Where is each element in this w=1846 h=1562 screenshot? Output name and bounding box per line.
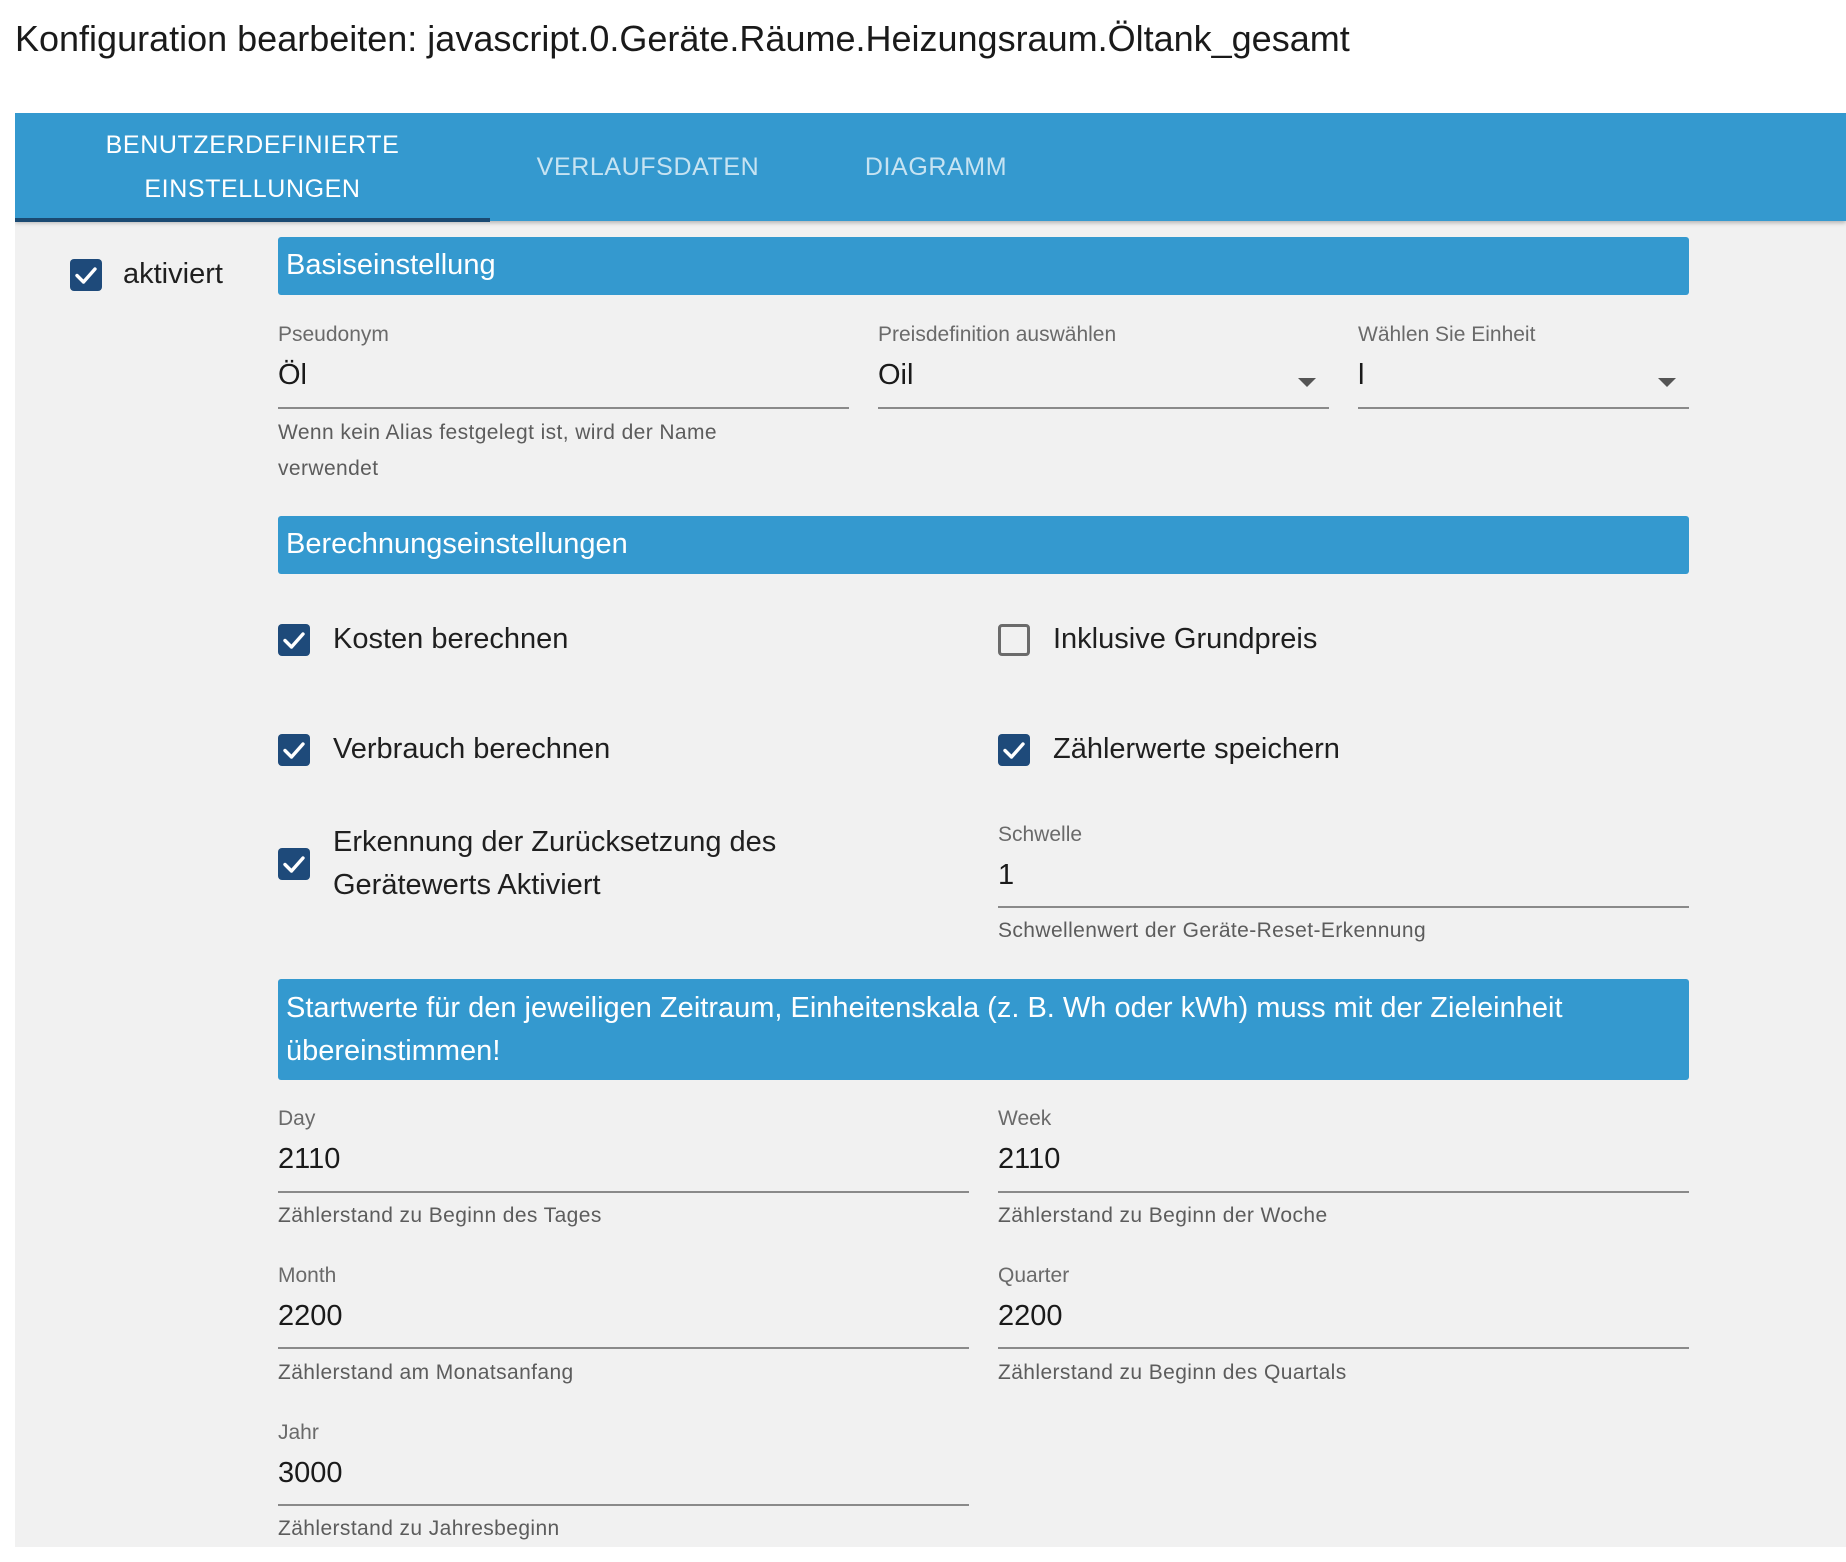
include-base-price-checkbox[interactable]	[998, 624, 1030, 656]
week-field-value[interactable]: 2110	[998, 1143, 1060, 1176]
threshold-helper-text: Schwellenwert der Geräte-Reset-Erkennung	[998, 919, 1427, 942]
unit-select-label: Wählen Sie Einheit	[1358, 323, 1536, 346]
enabled-label: aktiviert	[123, 258, 223, 290]
day-helper-text: Zählerstand zu Beginn des Tages	[278, 1204, 602, 1227]
week-field-label: Week	[998, 1107, 1052, 1130]
checkmark-icon	[1003, 742, 1025, 759]
tab-custom-settings[interactable]: BENUTZERDEFINIERTE EINSTELLUNGEN	[15, 113, 490, 221]
quarter-helper-text: Zählerstand zu Beginn des Quartals	[998, 1361, 1347, 1384]
week-helper-text: Zählerstand zu Beginn der Woche	[998, 1204, 1328, 1227]
day-field-label: Day	[278, 1107, 316, 1130]
tab-active-indicator	[15, 218, 490, 222]
checkmark-icon	[75, 267, 97, 284]
tab-history-data[interactable]: VERLAUFSDATEN	[490, 113, 806, 221]
tab-diagram-label: DIAGRAMM	[864, 153, 1008, 181]
price-definition-select[interactable]: Oil	[878, 359, 913, 392]
tab-bar: BENUTZERDEFINIERTE EINSTELLUNGEN VERLAUF…	[15, 113, 1846, 222]
reset-detection-checkbox[interactable]	[278, 848, 310, 880]
quarter-field-value[interactable]: 2200	[998, 1300, 1063, 1333]
alias-field-underline	[278, 407, 849, 409]
alias-field-value[interactable]: Öl	[278, 359, 307, 392]
year-field-label: Jahr	[278, 1421, 319, 1444]
quarter-field-label: Quarter	[998, 1264, 1070, 1287]
threshold-field-value[interactable]: 1	[998, 859, 1014, 892]
checkmark-icon	[283, 856, 305, 873]
month-field-underline	[278, 1347, 969, 1349]
year-field-value[interactable]: 3000	[278, 1457, 343, 1490]
section-header-start-values: Startwerte für den jeweiligen Zeitraum, …	[278, 979, 1689, 1080]
store-meter-values-checkbox[interactable]	[998, 734, 1030, 766]
day-field-value[interactable]: 2110	[278, 1143, 340, 1176]
unit-select-underline	[1358, 407, 1689, 409]
page-title: Konfiguration bearbeiten: javascript.0.G…	[15, 18, 1350, 59]
alias-helper-text: Wenn kein Alias festgelegt ist, wird der…	[278, 421, 717, 480]
tab-custom-settings-line2: EINSTELLUNGEN	[144, 175, 361, 203]
week-field-underline	[998, 1191, 1689, 1193]
tab-diagram[interactable]: DIAGRAMM	[806, 113, 1066, 221]
section-header-calculation: Berechnungseinstellungen	[278, 516, 1689, 574]
unit-select[interactable]: l	[1358, 359, 1364, 392]
alias-field-label: Pseudonym	[278, 323, 389, 346]
month-helper-text: Zählerstand am Monatsanfang	[278, 1361, 574, 1384]
include-base-price-label: Inklusive Grundpreis	[1053, 623, 1318, 655]
price-definition-label: Preisdefinition auswählen	[878, 323, 1117, 346]
tab-history-data-label: VERLAUFSDATEN	[536, 153, 760, 181]
threshold-field-underline	[998, 906, 1689, 908]
month-field-label: Month	[278, 1264, 337, 1287]
enabled-checkbox[interactable]	[70, 259, 102, 291]
calculate-consumption-label: Verbrauch berechnen	[333, 733, 611, 765]
section-header-basic: Basiseinstellung	[278, 237, 1689, 295]
checkmark-icon	[283, 632, 305, 649]
day-field-underline	[278, 1191, 969, 1193]
price-definition-underline	[878, 407, 1329, 409]
store-meter-values-label: Zählerwerte speichern	[1053, 733, 1340, 765]
chevron-down-icon[interactable]	[1658, 378, 1676, 387]
threshold-field-label: Schwelle	[998, 823, 1083, 846]
chevron-down-icon[interactable]	[1298, 378, 1316, 387]
config-panel: BENUTZERDEFINIERTE EINSTELLUNGEN VERLAUF…	[15, 113, 1846, 1547]
calculate-costs-checkbox[interactable]	[278, 624, 310, 656]
reset-detection-label: Erkennung der Zurücksetzung des Gerätewe…	[333, 826, 777, 901]
year-helper-text: Zählerstand zu Jahresbeginn	[278, 1517, 560, 1540]
month-field-value[interactable]: 2200	[278, 1300, 343, 1333]
quarter-field-underline	[998, 1347, 1689, 1349]
calculate-costs-label: Kosten berechnen	[333, 623, 569, 655]
tab-custom-settings-line1: BENUTZERDEFINIERTE	[105, 131, 400, 159]
year-field-underline	[278, 1504, 969, 1506]
calculate-consumption-checkbox[interactable]	[278, 734, 310, 766]
checkmark-icon	[283, 742, 305, 759]
